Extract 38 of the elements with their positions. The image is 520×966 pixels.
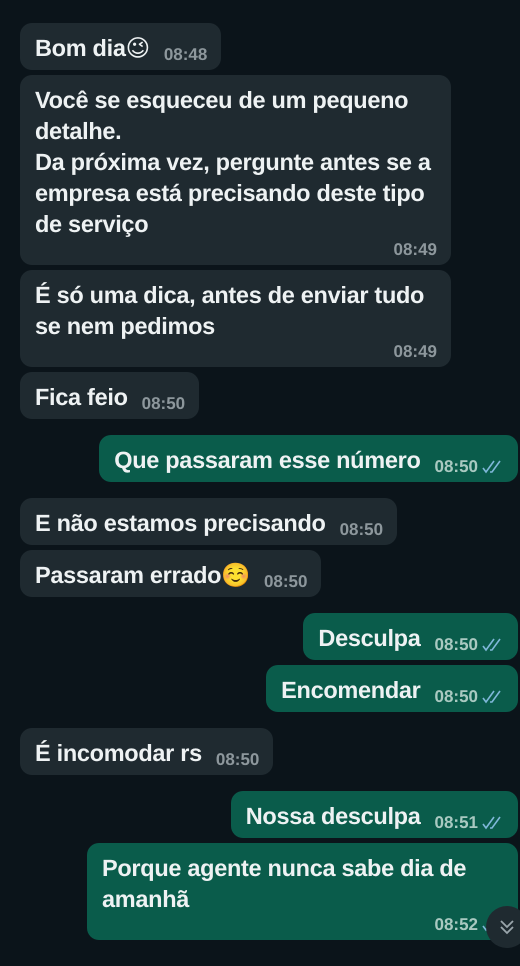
- message-time: 08:50: [216, 750, 260, 770]
- message-time: 08:52: [434, 915, 478, 935]
- received-message-bubble[interactable]: Passaram errado☺ 08:50: [20, 550, 322, 597]
- sent-message-bubble[interactable]: Que passaram esse número 08:50: [99, 435, 518, 482]
- chevrons-down-icon: [498, 918, 516, 936]
- received-message-bubble[interactable]: Você se esqueceu de um pequeno detalhe. Da próxima vez, pergunte antes se a empresa está precisando deste tipo de serviço 08:49: [20, 75, 451, 265]
- sent-message-bubble[interactable]: Desculpa 08:50: [303, 613, 518, 660]
- message-text: Nossa desculpa: [246, 802, 421, 831]
- message-time: 08:49: [394, 342, 437, 362]
- message-time: 08:48: [164, 45, 208, 65]
- message-time: 08:50: [434, 457, 478, 477]
- message-text: Bom dia😉: [35, 34, 150, 63]
- received-message-bubble[interactable]: Fica feio 08:50: [20, 372, 200, 419]
- message-time: 08:50: [340, 520, 384, 540]
- message-text: É só uma dica, antes de enviar tudo se nem pedimos: [35, 281, 426, 341]
- message-text: Porque agente nunca sabe dia de amanhã: [102, 854, 468, 914]
- message-time: 08:50: [434, 687, 478, 707]
- received-message-bubble[interactable]: E não estamos precisando 08:50: [20, 498, 398, 545]
- message-time: 08:49: [394, 240, 437, 260]
- scroll-down-button[interactable]: [486, 906, 520, 948]
- received-message-bubble[interactable]: Bom dia😉 08:48: [20, 23, 222, 70]
- received-message-bubble[interactable]: É incomodar rs 08:50: [20, 728, 274, 775]
- received-message-bubble[interactable]: É só uma dica, antes de enviar tudo se nem pedimos 08:49: [20, 270, 451, 367]
- message-text: Desculpa: [318, 624, 421, 653]
- sent-message-bubble[interactable]: Encomendar 08:50: [266, 665, 518, 712]
- message-text: Você se esqueceu de um pequeno detalhe. Da próxima vez, pergunte antes se a empresa está precisando deste tipo de serviço: [35, 86, 432, 239]
- message-time: 08:50: [434, 635, 478, 655]
- message-time: 08:50: [264, 572, 308, 592]
- message-time: 08:50: [142, 394, 186, 414]
- sent-message-bubble[interactable]: Nossa desculpa 08:51: [230, 791, 518, 838]
- message-text: É incomodar rs: [35, 739, 202, 768]
- message-text: Fica feio: [35, 383, 128, 412]
- message-text: Passaram errado☺: [35, 561, 250, 590]
- sent-message-bubble[interactable]: Porque agente nunca sabe dia de amanhã 08:52: [87, 843, 518, 940]
- message-time: 08:51: [434, 813, 478, 833]
- message-text: Que passaram esse número: [114, 446, 421, 475]
- message-text: E não estamos precisando: [35, 509, 326, 538]
- message-text: Encomendar: [281, 676, 421, 705]
